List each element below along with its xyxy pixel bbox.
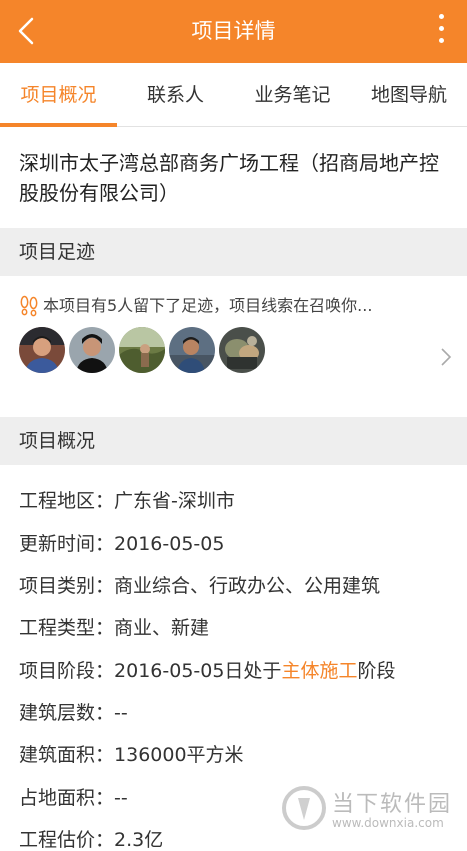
info-label: 工程地区： [19,490,115,512]
info-row-category: 项目类别：商业综合、行政办公、公用建筑 [19,571,380,601]
info-value: 2.3亿 [114,829,164,851]
more-vertical-icon[interactable] [435,14,447,48]
info-label: 工程类型： [19,617,115,639]
avatar[interactable] [219,327,265,373]
watermark-text: 当下软件园 [332,792,453,817]
footprint-icon [20,295,38,317]
info-label: 建筑层数： [19,702,115,724]
info-value: 2016-05-05 [114,533,225,555]
app-bar: 项目详情 [0,0,467,63]
info-label: 更新时间： [19,533,115,555]
stage-highlight: 主体施工 [281,660,358,682]
info-row-construction-type: 工程类型：商业、新建 [19,613,209,643]
page-title: 项目详情 [191,19,276,43]
chevron-right-icon[interactable] [440,347,452,367]
footprint-summary[interactable]: 本项目有5人留下了足迹，项目线索在召唤你... [19,293,449,319]
tab-contacts[interactable]: 联系人 [117,63,234,127]
info-label: 项目类别： [19,575,115,597]
watermark-url: www.downxia.com [332,816,444,830]
section-header-footprints: 项目足迹 [0,228,467,276]
info-row-region: 工程地区：广东省-深圳市 [19,486,235,516]
avatar[interactable] [19,327,65,373]
info-value: -- [114,787,128,809]
tab-bar: 项目概况 联系人 业务笔记 地图导航 [0,63,467,127]
info-row-floors: 建筑层数：-- [19,698,128,728]
avatar[interactable] [169,327,215,373]
tab-active-indicator [0,123,117,127]
tab-business-notes[interactable]: 业务笔记 [234,63,351,127]
info-label: 项目阶段： [19,660,115,682]
info-value: -- [114,702,128,724]
info-label: 工程估价： [19,829,115,851]
info-value: 商业、新建 [114,617,210,639]
info-value-prefix: 2016-05-05日处于 [114,660,282,682]
avatar[interactable] [119,327,165,373]
footprint-text: 本项目有5人留下了足迹，项目线索在召唤你... [43,296,373,315]
info-row-stage: 项目阶段：2016-05-05日处于主体施工阶段 [19,656,395,686]
info-value: 广东省-深圳市 [114,490,235,512]
info-row-land-area: 占地面积：-- [19,783,128,813]
project-title: 深圳市太子湾总部商务广场工程（招商局地产控股股份有限公司） [19,151,439,205]
info-label: 占地面积： [19,787,115,809]
watermark: 当下软件园 www.downxia.com [278,780,458,840]
watermark-logo-icon [282,786,326,830]
info-value-suffix: 阶段 [357,660,396,682]
info-row-cost-estimate: 工程估价：2.3亿 [19,825,163,851]
info-value: 商业综合、行政办公、公用建筑 [114,575,381,597]
avatar-list[interactable] [19,327,279,375]
tab-map-navigation[interactable]: 地图导航 [351,63,467,127]
tab-project-overview[interactable]: 项目概况 [0,63,117,127]
info-label: 建筑面积： [19,744,115,766]
info-row-building-area: 建筑面积：136000平方米 [19,740,244,770]
info-row-update-time: 更新时间：2016-05-05 [19,529,224,559]
info-value: 136000平方米 [114,744,244,766]
section-header-overview: 项目概况 [0,417,467,465]
avatar[interactable] [69,327,115,373]
